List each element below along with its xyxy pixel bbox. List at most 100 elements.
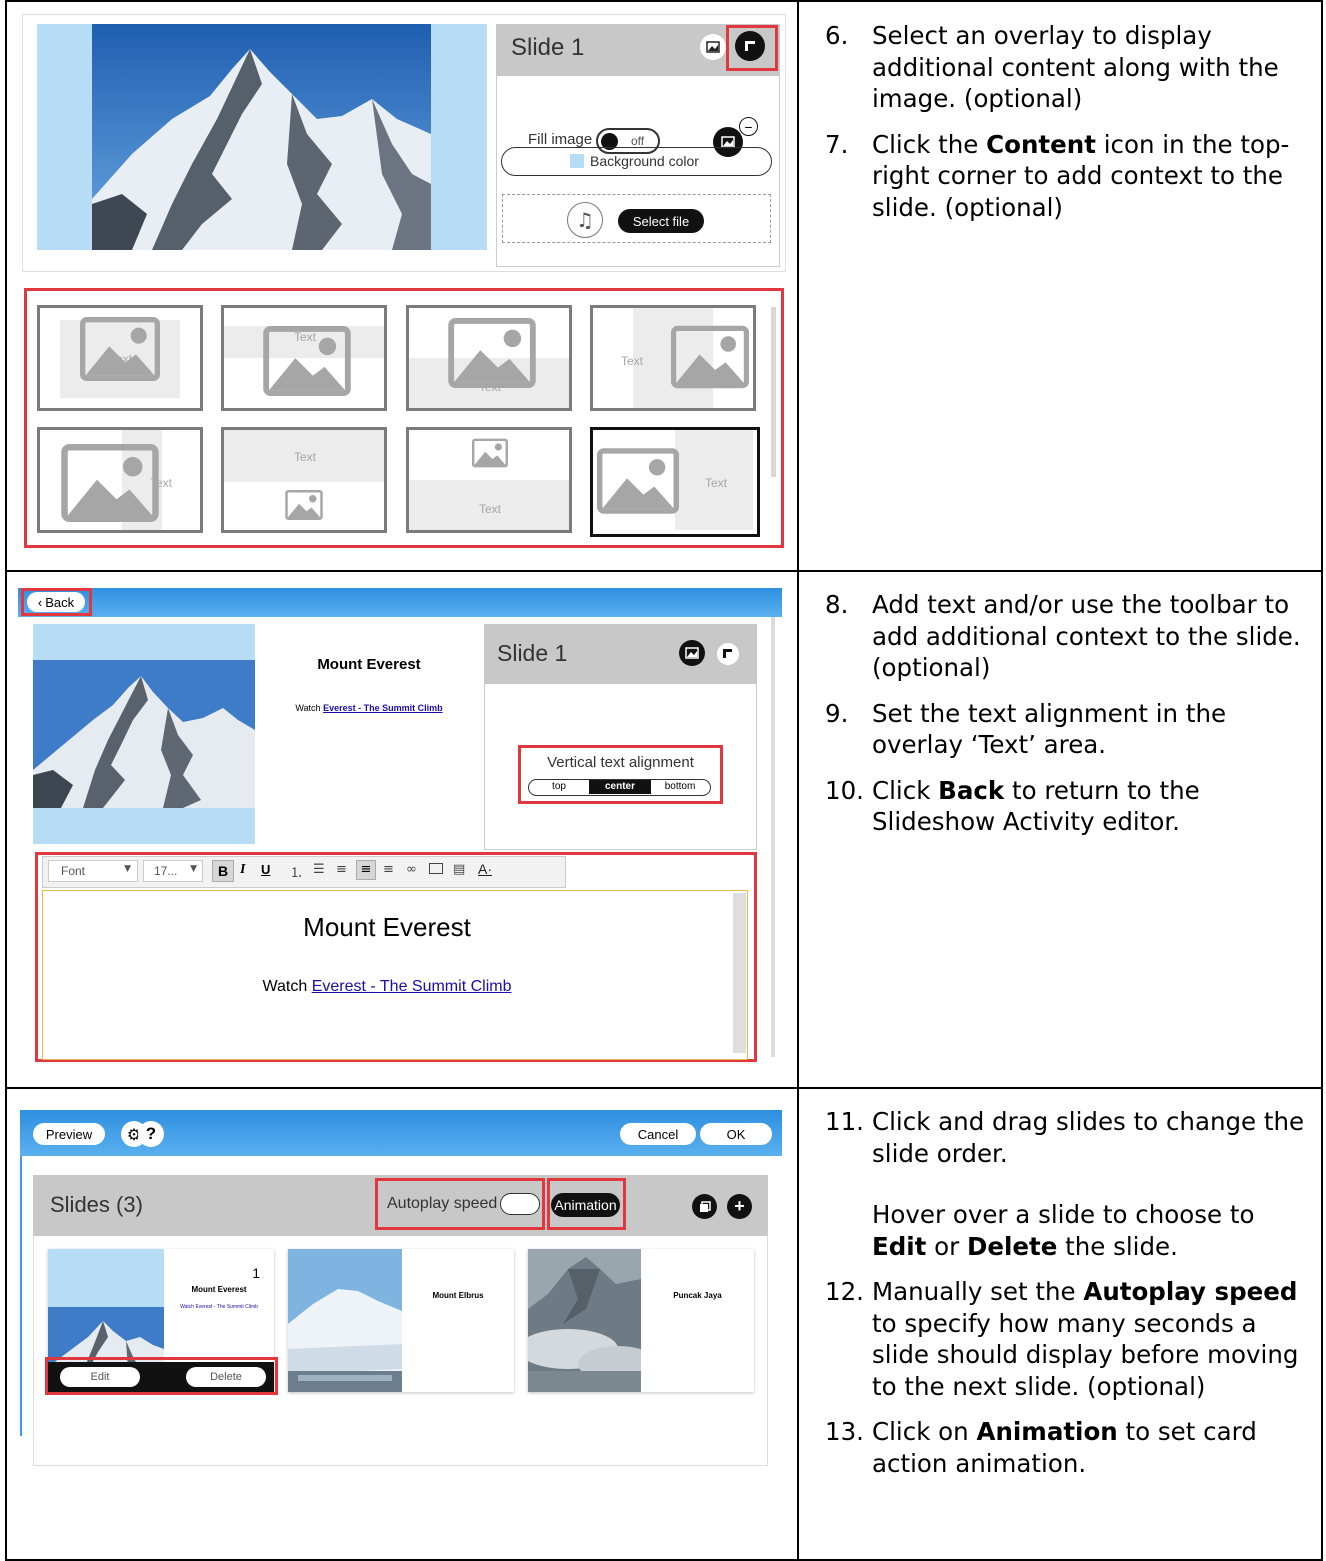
table-border-middle bbox=[797, 0, 799, 1561]
color-swatch-icon bbox=[570, 154, 584, 168]
image-placeholder-icon bbox=[60, 444, 160, 526]
vertical-alignment-label: Vertical text alignment bbox=[547, 754, 694, 771]
step-number: 7. bbox=[825, 129, 849, 159]
select-file-button[interactable]: Select file bbox=[618, 209, 704, 233]
text-placeholder: Text bbox=[705, 476, 728, 490]
table-border-row-1 bbox=[5, 570, 1323, 572]
align-left-icon[interactable]: ≡ bbox=[336, 862, 347, 877]
align-center-icon[interactable]: ≡ bbox=[356, 860, 376, 880]
text-editor-scrollbar[interactable] bbox=[733, 893, 746, 1053]
slide-title: Slide 1 bbox=[511, 34, 585, 61]
background-color-button[interactable]: Background color bbox=[501, 147, 772, 176]
editor-scrollbar[interactable] bbox=[771, 617, 775, 1057]
alignment-center-option[interactable]: center bbox=[589, 780, 651, 794]
editor-top-bar bbox=[18, 588, 782, 617]
preview-link[interactable]: Everest - The Summit Climb bbox=[323, 703, 443, 713]
overlay-layout-option-7[interactable]: Text bbox=[406, 427, 572, 533]
instruction-step: 12. Manually set the Autoplay speed to sp… bbox=[825, 1276, 1315, 1402]
step-text: Click Back to return to the Slideshow Ac… bbox=[872, 775, 1200, 837]
alignment-segmented-control: top center bottom bbox=[528, 779, 711, 796]
delete-button[interactable]: Delete bbox=[186, 1367, 266, 1387]
preview-watch-line: Watch Everest - The Summit Climb bbox=[295, 703, 443, 713]
text-placeholder: Text bbox=[294, 330, 317, 344]
numbered-list-icon[interactable]: ⒈ bbox=[290, 862, 303, 881]
slide-1-subtitle: Watch Everest - The Summit Climb bbox=[180, 1304, 258, 1310]
image-placeholder-icon bbox=[284, 490, 324, 524]
slides-title: Slides (3) bbox=[50, 1192, 143, 1217]
instruction-step: 11. Click and drag slides to change the s… bbox=[825, 1106, 1315, 1262]
background-color-label: Background color bbox=[590, 153, 699, 169]
step-number: 8. bbox=[825, 590, 849, 619]
step-text: Click on Animation to set card action an… bbox=[872, 1417, 1257, 1478]
toggle-state: off bbox=[631, 134, 645, 148]
content-icon[interactable] bbox=[735, 31, 765, 61]
text-color-icon[interactable]: A· bbox=[478, 861, 492, 877]
music-note-icon: ♫ bbox=[567, 202, 603, 238]
table-border-left bbox=[5, 0, 7, 1561]
add-slide-icon[interactable]: + bbox=[727, 1194, 752, 1219]
preview-heading: Mount Everest bbox=[317, 656, 421, 673]
autoplay-speed-input[interactable] bbox=[500, 1193, 540, 1215]
image-placeholder-icon bbox=[80, 314, 160, 388]
step-text: Set the text alignment in the overlay ‘T… bbox=[872, 698, 1227, 760]
alignment-bottom-option[interactable]: bottom bbox=[651, 780, 709, 794]
instructions-row-1: 6. Select an overlay to display additiona… bbox=[825, 20, 1315, 237]
font-select[interactable]: Font ▼ bbox=[48, 860, 138, 882]
alignment-top-option[interactable]: top bbox=[529, 780, 589, 794]
step-number: 6. bbox=[825, 21, 849, 50]
bold-button[interactable]: B bbox=[212, 860, 234, 882]
table-border-row-2 bbox=[5, 1087, 1323, 1089]
content-icon[interactable] bbox=[717, 643, 739, 665]
step-text: Click the Content icon in the top-right … bbox=[872, 129, 1290, 222]
overlay-layout-option-4[interactable]: Text bbox=[590, 305, 756, 411]
editor-link[interactable]: Everest - The Summit Climb bbox=[312, 978, 512, 995]
link-icon[interactable]: ∞ bbox=[406, 862, 417, 877]
back-button[interactable]: ‹ Back bbox=[27, 592, 85, 612]
slide-1-index: 1 bbox=[252, 1265, 260, 1281]
step-text: Select an overlay to display additional … bbox=[872, 21, 1279, 113]
insert-media-icon[interactable]: ▤ bbox=[453, 862, 465, 877]
overlay-layout-option-8[interactable]: Text bbox=[590, 427, 760, 537]
layouts-scrollbar[interactable] bbox=[771, 307, 776, 477]
insert-image-icon[interactable] bbox=[429, 863, 443, 874]
animation-button[interactable]: Animation bbox=[551, 1193, 620, 1217]
align-right-icon[interactable]: ≡ bbox=[383, 862, 394, 877]
overlay-layout-option-5[interactable]: Text bbox=[37, 427, 203, 533]
preview-button[interactable]: Preview bbox=[33, 1123, 105, 1145]
text-placeholder: Text bbox=[621, 354, 644, 368]
table-border-top bbox=[5, 0, 1323, 2]
overlay-layout-option-2[interactable]: Text bbox=[221, 305, 387, 411]
help-icon[interactable]: ? bbox=[138, 1121, 164, 1147]
font-size-select[interactable]: 17... ▼ bbox=[143, 860, 203, 882]
overlay-layout-option-6[interactable]: Text bbox=[221, 427, 387, 533]
text-placeholder: Text bbox=[479, 502, 502, 516]
ok-button[interactable]: OK bbox=[700, 1123, 772, 1145]
step-note: Hover over a slide to choose to Edit or … bbox=[872, 1200, 1255, 1261]
instructions-row-2: 8. Add text and/or use the toolbar to add… bbox=[825, 589, 1315, 852]
step-text: Manually set the Autoplay speed to speci… bbox=[872, 1277, 1299, 1401]
image-icon[interactable] bbox=[700, 34, 726, 60]
chevron-left-icon: ‹ bbox=[37, 594, 43, 610]
left-edge bbox=[20, 1156, 22, 1436]
italic-button[interactable]: I bbox=[240, 862, 245, 878]
underline-button[interactable]: U bbox=[261, 862, 270, 877]
fill-image-label: Fill image bbox=[528, 131, 593, 148]
edit-button[interactable]: Edit bbox=[60, 1367, 140, 1387]
instruction-step: 10. Click Back to return to the Slideshow… bbox=[825, 775, 1315, 838]
instructions-row-3: 11. Click and drag slides to change the s… bbox=[825, 1106, 1315, 1493]
slide-card-2[interactable]: Mount Elbrus bbox=[288, 1249, 514, 1392]
editor-watch-line: Watch Everest - The Summit Climb bbox=[262, 978, 512, 995]
preview-mountain-photo bbox=[33, 660, 255, 808]
slides-duplicate-icon[interactable] bbox=[692, 1194, 717, 1219]
cancel-button[interactable]: Cancel bbox=[620, 1123, 696, 1145]
bullet-list-icon[interactable]: ☰ bbox=[313, 862, 325, 877]
overlay-layout-option-1[interactable]: Text bbox=[37, 305, 203, 411]
instruction-step: 7. Click the Content icon in the top-righ… bbox=[825, 129, 1315, 224]
slide-2-title: Mount Elbrus bbox=[432, 1291, 484, 1300]
overlay-layout-option-3[interactable]: Text bbox=[406, 305, 572, 411]
slide-card-3[interactable]: Puncak Jaya bbox=[528, 1249, 754, 1392]
image-icon[interactable] bbox=[679, 640, 705, 666]
table-border-right bbox=[1321, 0, 1323, 1561]
chevron-down-icon: ▼ bbox=[190, 864, 197, 874]
minus-icon[interactable]: − bbox=[739, 117, 758, 136]
